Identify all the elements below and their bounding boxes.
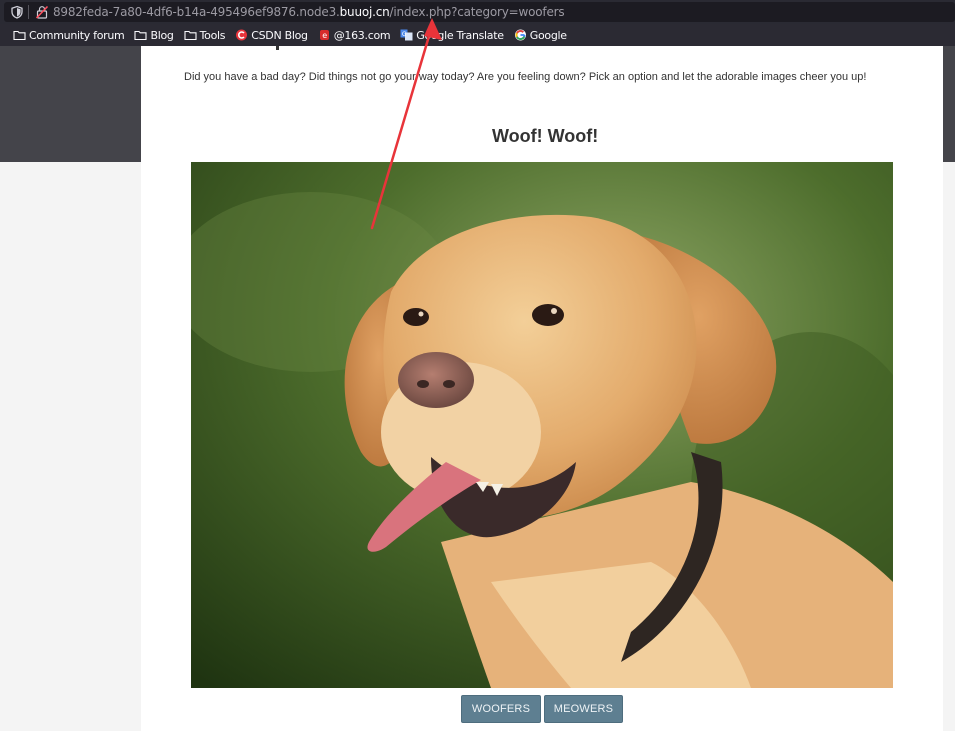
bookmark-label: Tools xyxy=(199,28,226,42)
bookmark-label: Google xyxy=(529,28,567,42)
bookmark-label: @163.com xyxy=(333,28,391,42)
bookmark-blog[interactable]: Blog xyxy=(129,24,178,46)
bookmark-163[interactable]: e @163.com xyxy=(313,24,396,46)
folder-icon xyxy=(13,30,26,41)
meowers-button[interactable]: MEOWERS xyxy=(544,695,623,723)
url-domain: buuoj.cn xyxy=(339,5,390,19)
translate-icon: G xyxy=(400,29,413,41)
page-heading: Woof! Woof! xyxy=(492,126,599,146)
bookmarks-bar: Community forum Blog Tools CSDN Blog e @… xyxy=(0,24,955,46)
dog-illustration xyxy=(191,162,893,688)
mail163-icon: e xyxy=(319,30,329,40)
cropped-title-glyph xyxy=(276,46,286,51)
url-path: /index.php?category=woofers xyxy=(389,5,565,19)
insecure-lock-icon[interactable] xyxy=(35,5,49,19)
google-icon xyxy=(514,29,526,41)
bookmark-label: CSDN Blog xyxy=(251,28,308,42)
dog-image xyxy=(191,162,893,688)
bookmark-community-forum[interactable]: Community forum xyxy=(8,24,129,46)
bookmark-label: Blog xyxy=(150,28,174,42)
folder-icon xyxy=(184,30,197,41)
url-text[interactable]: 8982feda-7a80-4df6-b14a-495496ef9876.nod… xyxy=(53,4,565,20)
url-prefix: 8982feda-7a80-4df6-b14a-495496ef9876.nod… xyxy=(53,5,340,19)
svg-text:e: e xyxy=(322,31,327,40)
bookmark-label: Community forum xyxy=(29,28,125,42)
svg-text:G: G xyxy=(402,31,407,38)
url-bar: 8982feda-7a80-4df6-b14a-495496ef9876.nod… xyxy=(0,0,955,24)
bookmark-csdn-blog[interactable]: CSDN Blog xyxy=(230,24,312,46)
bookmark-google[interactable]: Google xyxy=(509,24,572,46)
folder-icon xyxy=(134,30,148,41)
bookmark-tools[interactable]: Tools xyxy=(179,24,231,46)
shield-icon[interactable] xyxy=(10,5,24,19)
intro-text: Did you have a bad day? Did things not g… xyxy=(184,71,867,83)
bookmark-google-translate[interactable]: G Google Translate xyxy=(395,24,508,46)
bookmark-label: Google Translate xyxy=(416,28,504,42)
woofers-button[interactable]: WOOFERS xyxy=(461,695,541,723)
csdn-icon xyxy=(236,29,248,41)
url-separator xyxy=(28,5,29,19)
